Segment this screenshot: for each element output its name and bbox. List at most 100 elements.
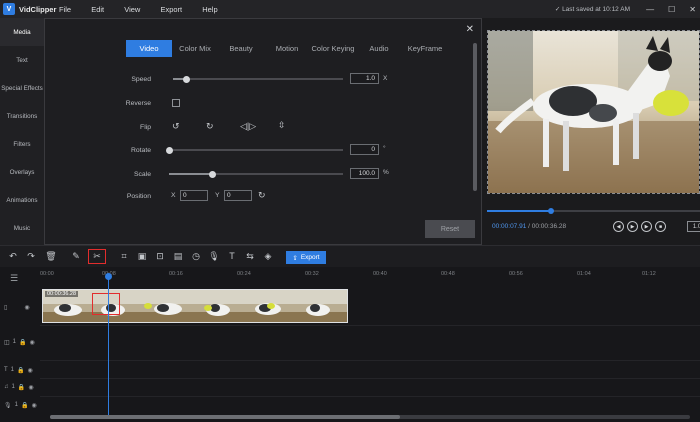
menu-help[interactable]: Help — [202, 5, 217, 14]
position-y-input[interactable]: 0 — [224, 190, 252, 201]
sidebar-item-media[interactable]: Media — [0, 18, 44, 46]
tab-video[interactable]: Video — [126, 40, 172, 57]
video-track-icon: ▯ — [4, 304, 8, 311]
tab-beauty[interactable]: Beauty — [218, 40, 264, 57]
close-icon[interactable]: ✕ — [466, 24, 474, 35]
close-window-icon[interactable]: ✕ — [689, 5, 696, 14]
lock-icon[interactable]: 🔒 — [17, 367, 24, 374]
redo-icon[interactable]: ↷ — [25, 251, 37, 262]
speaker-icon[interactable]: ◉ — [31, 402, 36, 409]
sidebar-item-overlays[interactable]: Overlays — [0, 158, 44, 186]
rotate-right-icon[interactable]: ↻ — [206, 121, 214, 132]
timecode: 00:00:07.91 / 00:00:36.28 — [492, 223, 566, 230]
tab-audio[interactable]: Audio — [356, 40, 402, 57]
ruler-label: 00:48 — [441, 271, 455, 277]
video-clip[interactable]: 00:00:36.28 — [42, 289, 348, 323]
preview-progress-bar[interactable] — [487, 208, 700, 214]
detach-audio-icon[interactable]: ⇆ — [244, 251, 256, 262]
zoom-select[interactable]: 1.0 — [687, 221, 700, 232]
timeline-menu-icon[interactable]: ☰ — [10, 273, 18, 284]
scale-input[interactable]: 100.0 — [350, 168, 379, 179]
reset-position-icon[interactable]: ↻ — [258, 190, 266, 201]
position-x-input[interactable]: 0 — [180, 190, 208, 201]
tab-motion[interactable]: Motion — [264, 40, 310, 57]
lock-icon[interactable]: 🔒 — [18, 384, 25, 391]
speaker-icon[interactable]: ◉ — [28, 384, 33, 391]
menu-view[interactable]: View — [124, 5, 140, 14]
text-to-speech-icon[interactable]: T — [226, 251, 238, 261]
track-row[interactable] — [40, 360, 700, 378]
split-scissors-icon[interactable]: ✂ — [88, 249, 106, 264]
playhead[interactable] — [108, 275, 109, 417]
ruler-label: 01:12 — [642, 271, 656, 277]
menu-file[interactable]: File — [59, 5, 71, 14]
speed-slider-thumb[interactable] — [183, 75, 191, 83]
zoom-icon[interactable]: ⊡ — [154, 251, 166, 262]
menu-edit[interactable]: Edit — [91, 5, 104, 14]
reset-button[interactable]: Reset — [425, 220, 475, 238]
tab-keyframe[interactable]: KeyFrame — [402, 40, 448, 57]
track-row[interactable] — [40, 325, 700, 353]
lock-icon[interactable]: 🔒 — [19, 339, 26, 346]
rotate-left-icon[interactable]: ↺ — [172, 121, 180, 132]
sidebar-item-filters[interactable]: Filters — [0, 130, 44, 158]
edit-icon[interactable]: ✎ — [70, 251, 82, 262]
export-label: Export — [300, 254, 320, 261]
tab-color-mix[interactable]: Color Mix — [172, 40, 218, 57]
sidebar-item-animations[interactable]: Animations — [0, 186, 44, 214]
ruler-label: 00:40 — [373, 271, 387, 277]
ruler-label: 00:24 — [237, 271, 251, 277]
pip-track-header: ◫ 1 🔒 ◉ — [0, 335, 40, 349]
mosaic-icon[interactable]: ▣ — [136, 251, 148, 262]
export-button[interactable]: ⇪ Export — [286, 251, 326, 264]
export-icon: ⇪ — [292, 254, 298, 262]
text-track-number: 1 — [10, 367, 15, 373]
duration-icon[interactable]: ◷ — [190, 251, 202, 262]
play-icon[interactable]: ▶ — [627, 221, 638, 232]
text-track-header: T 1 🔒 ◉ — [0, 363, 40, 377]
timeline-scrollbar-thumb[interactable] — [50, 415, 400, 419]
dialog-scrollbar[interactable] — [473, 43, 477, 191]
menu-export[interactable]: Export — [160, 5, 182, 14]
sidebar-item-music[interactable]: Music — [0, 214, 44, 242]
maximize-icon[interactable]: ☐ — [668, 5, 675, 14]
timeline-ruler[interactable]: 00:00 00:08 00:16 00:24 00:32 00:40 00:4… — [40, 271, 700, 285]
sidebar-item-text[interactable]: Text — [0, 46, 44, 74]
preview-progress-thumb[interactable] — [547, 208, 554, 214]
rotate-slider-thumb[interactable] — [165, 146, 173, 154]
lock-icon[interactable]: 🔒 — [21, 402, 28, 409]
track-row[interactable] — [40, 396, 700, 414]
flip-vertical-icon[interactable]: ⇳ — [278, 120, 286, 131]
minimize-icon[interactable]: — — [646, 5, 654, 14]
prev-frame-icon[interactable]: ◀ — [613, 221, 624, 232]
next-frame-icon[interactable]: ▶ — [641, 221, 652, 232]
crop-icon[interactable]: ⌗ — [118, 251, 130, 262]
undo-icon[interactable]: ↶ — [7, 251, 19, 262]
video-preview[interactable] — [487, 30, 700, 194]
sidebar-item-transitions[interactable]: Transitions — [0, 102, 44, 130]
rotate-label: Rotate — [130, 146, 151, 154]
dialog-tabs: Video Color Mix Beauty Motion Color Keyi… — [126, 40, 448, 57]
sidebar-item-special-effects[interactable]: Special Effects — [0, 74, 44, 102]
current-time: 00:00:07.91 — [492, 223, 527, 230]
voice-track-header: 🎙 1 🔒 ◉ — [0, 398, 40, 412]
reverse-checkbox[interactable] — [172, 99, 180, 107]
scale-slider-thumb[interactable] — [209, 170, 216, 178]
freeze-frame-icon[interactable]: ▤ — [172, 251, 184, 262]
flip-horizontal-icon[interactable]: ◁|▷ — [240, 121, 256, 132]
eye-icon[interactable]: ◉ — [28, 367, 33, 374]
record-voice-icon[interactable]: 🎙 — [208, 251, 220, 262]
rotate-slider[interactable] — [165, 146, 343, 154]
rotate-input[interactable]: 0 — [350, 144, 379, 155]
speed-slider[interactable] — [173, 75, 343, 83]
speed-input[interactable]: 1.0 — [350, 73, 379, 84]
scale-slider[interactable] — [169, 170, 343, 178]
marker-icon[interactable]: ◈ — [262, 251, 274, 262]
eye-icon[interactable]: ◉ — [24, 304, 29, 311]
timeline-scrollbar[interactable] — [50, 415, 690, 419]
stop-icon[interactable]: ■ — [655, 221, 666, 232]
tab-color-keying[interactable]: Color Keying — [310, 40, 356, 57]
eye-icon[interactable]: ◉ — [30, 339, 35, 346]
delete-icon[interactable]: 🗑 — [45, 251, 57, 262]
track-row[interactable] — [40, 378, 700, 396]
